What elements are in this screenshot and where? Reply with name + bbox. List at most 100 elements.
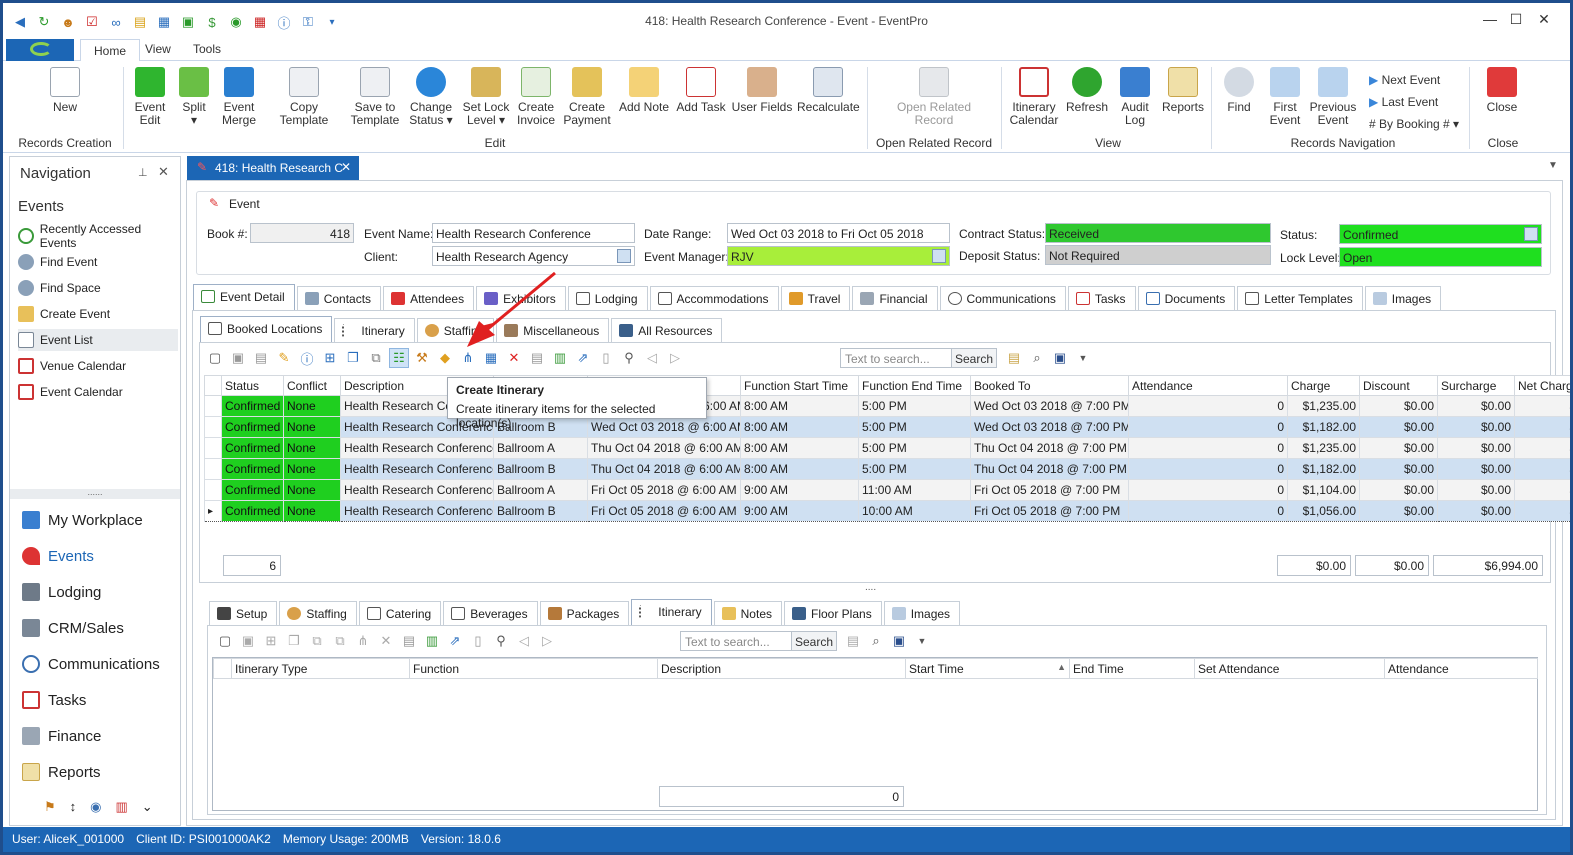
column-header[interactable]: Function bbox=[409, 658, 658, 679]
add-location-icon[interactable]: ⊞ bbox=[320, 348, 340, 368]
table-cell[interactable]: 5:00 PM bbox=[858, 437, 971, 459]
table-cell[interactable]: $1,182.00 bbox=[1514, 416, 1570, 438]
column-header[interactable]: Charge bbox=[1287, 375, 1360, 396]
table-cell[interactable]: Health Research Conference bbox=[340, 500, 494, 522]
column-header[interactable]: Status bbox=[221, 375, 284, 396]
module-finance[interactable]: Finance bbox=[22, 723, 101, 749]
table-cell[interactable]: Fri Oct 05 2018 @ 6:00 AM bbox=[587, 479, 741, 501]
table-cell[interactable]: $1,182.00 bbox=[1287, 416, 1360, 438]
setup-icon[interactable]: ⚒ bbox=[412, 348, 432, 368]
table-cell[interactable]: 8:00 AM bbox=[740, 458, 859, 480]
table-cell[interactable]: Ballroom A bbox=[493, 437, 588, 459]
prev-icon[interactable]: ◁ bbox=[642, 348, 662, 368]
table-cell[interactable]: $0.00 bbox=[1359, 437, 1438, 459]
menu-tab-home[interactable]: Home bbox=[80, 39, 141, 62]
filter-icon[interactable]: ⚲ bbox=[491, 631, 511, 651]
table-cell[interactable]: None bbox=[283, 416, 341, 438]
client-lookup-icon[interactable] bbox=[617, 249, 631, 263]
table-cell[interactable]: Wed Oct 03 2018 @ 7:00 PM bbox=[970, 395, 1129, 417]
find-icon[interactable]: ⌕ bbox=[866, 631, 886, 651]
table-cell[interactable]: Confirmed bbox=[221, 395, 284, 417]
table-cell[interactable]: Thu Oct 04 2018 @ 7:00 PM bbox=[970, 437, 1129, 459]
move-location-icon[interactable]: ⧉ bbox=[366, 348, 386, 368]
column-header[interactable]: Booked To bbox=[970, 375, 1129, 396]
itinerary-calendar-button[interactable]: Itinerary Calendar bbox=[1009, 67, 1059, 127]
event-edit-button[interactable]: Event Edit bbox=[131, 67, 169, 127]
table-cell[interactable]: $1,235.00 bbox=[1514, 395, 1570, 417]
tab-booked-locations[interactable]: Booked Locations bbox=[200, 316, 333, 342]
module-my-workplace[interactable]: My Workplace bbox=[22, 507, 143, 533]
globe-icon[interactable]: ◉ bbox=[90, 799, 101, 815]
table-cell[interactable]: $1,182.00 bbox=[1514, 458, 1570, 480]
new-record-icon[interactable]: ▢ bbox=[205, 348, 225, 368]
add-note-button[interactable]: Add Note bbox=[617, 67, 671, 114]
module-tasks[interactable]: Tasks bbox=[22, 687, 86, 713]
clipboard-icon[interactable]: ▤ bbox=[1004, 348, 1024, 368]
table-cell[interactable]: None bbox=[283, 395, 341, 417]
table-row[interactable]: Confirmed None Health Research Conference B… bbox=[204, 437, 1570, 459]
table-cell[interactable]: $0.00 bbox=[1359, 458, 1438, 480]
table-cell[interactable]: Confirmed bbox=[221, 437, 284, 459]
save-layout-icon[interactable]: ▣ bbox=[889, 631, 909, 651]
table-cell[interactable]: Wed Oct 03 2018 @ 7:00 PM bbox=[970, 416, 1129, 438]
close-window-button[interactable]: ✕ bbox=[1531, 11, 1557, 28]
file-menu-button[interactable] bbox=[6, 39, 74, 61]
column-header[interactable]: Start Time ▲ bbox=[905, 658, 1070, 679]
table-row[interactable]: ConfirmedNoneHealth Research ConfWed Oct… bbox=[204, 395, 1570, 417]
columns-icon[interactable]: ▥ bbox=[422, 631, 442, 651]
tab-letter-templates[interactable]: Letter Templates bbox=[1237, 286, 1363, 310]
new-record-icon[interactable]: ▢ bbox=[215, 631, 235, 651]
table-cell[interactable]: $1,235.00 bbox=[1287, 395, 1360, 417]
table-cell[interactable]: Confirmed bbox=[221, 458, 284, 480]
module-communications[interactable]: Communications bbox=[22, 651, 160, 677]
tab-staffing-lower[interactable]: Staffing bbox=[279, 601, 357, 625]
table-row[interactable]: Confirmed None Health Research Conference B… bbox=[204, 479, 1570, 501]
refresh-button[interactable]: Refresh bbox=[1065, 67, 1109, 114]
clipboard-icon[interactable]: ▤ bbox=[843, 631, 863, 651]
tab-tasks[interactable]: Tasks bbox=[1067, 286, 1136, 310]
table-cell[interactable]: Confirmed bbox=[221, 479, 284, 501]
table-cell[interactable]: Ballroom B bbox=[493, 458, 588, 480]
table-cell[interactable]: Confirmed bbox=[221, 416, 284, 438]
column-header[interactable]: Function Start Time bbox=[740, 375, 859, 396]
next-event-button[interactable]: ▶ Next Event bbox=[1369, 69, 1459, 91]
document-tab[interactable]: ✎ 418: Health Research C ✕ bbox=[187, 156, 359, 180]
manager-lookup-icon[interactable] bbox=[932, 249, 946, 263]
row-indicator[interactable]: ▸ bbox=[204, 500, 222, 522]
itinerary-search-button[interactable]: Search bbox=[791, 632, 837, 650]
column-header[interactable]: Net Charge bbox=[1514, 375, 1570, 396]
menu-tab-view[interactable]: View bbox=[141, 42, 175, 56]
tab-all-resources[interactable]: All Resources bbox=[611, 318, 723, 342]
table-cell[interactable]: None bbox=[283, 500, 341, 522]
find-icon[interactable]: ⌕ bbox=[1027, 348, 1047, 368]
table-row[interactable]: Confirmed None Health Research Conference B… bbox=[204, 458, 1570, 480]
audit-log-button[interactable]: Audit Log bbox=[1117, 67, 1153, 127]
delete-icon[interactable]: ✕ bbox=[376, 631, 396, 651]
move-icon[interactable]: ⧉ bbox=[307, 631, 327, 651]
export-icon[interactable]: ⇗ bbox=[573, 348, 593, 368]
row-indicator[interactable] bbox=[204, 479, 222, 501]
copy-template-button[interactable]: Copy Template bbox=[265, 67, 343, 127]
save-layout-icon[interactable]: ▣ bbox=[1050, 348, 1070, 368]
table-cell[interactable]: 0 bbox=[1128, 395, 1288, 417]
duplicate-icon[interactable]: ❐ bbox=[284, 631, 304, 651]
tab-contacts[interactable]: Contacts bbox=[296, 286, 382, 310]
table-cell[interactable]: $1,182.00 bbox=[1287, 458, 1360, 480]
layers-icon[interactable]: ⧉ bbox=[330, 631, 350, 651]
find-button[interactable]: Find bbox=[1221, 67, 1257, 114]
table-cell[interactable]: Health Research Conference bbox=[340, 458, 494, 480]
event-merge-button[interactable]: Event Merge bbox=[219, 67, 259, 127]
table-cell[interactable]: 10:00 AM bbox=[858, 500, 971, 522]
lock-level-field[interactable]: Open bbox=[1339, 247, 1542, 267]
pane-splitter[interactable]: ...... bbox=[10, 488, 180, 499]
chart-icon[interactable]: ▥ bbox=[116, 799, 128, 815]
table-cell[interactable]: $0.00 bbox=[1437, 458, 1515, 480]
column-header[interactable]: Function End Time bbox=[858, 375, 971, 396]
tab-packages[interactable]: Packages bbox=[539, 601, 630, 625]
table-cell[interactable]: Thu Oct 04 2018 @ 7:00 PM bbox=[970, 458, 1129, 480]
table-cell[interactable]: None bbox=[283, 458, 341, 480]
table-cell[interactable]: $1,235.00 bbox=[1514, 437, 1570, 459]
table-row[interactable]: ▸ Confirmed None Health Research Conference… bbox=[204, 500, 1570, 522]
last-event-button[interactable]: ▶ Last Event bbox=[1369, 91, 1459, 113]
table-cell[interactable]: 9:00 AM bbox=[740, 500, 859, 522]
